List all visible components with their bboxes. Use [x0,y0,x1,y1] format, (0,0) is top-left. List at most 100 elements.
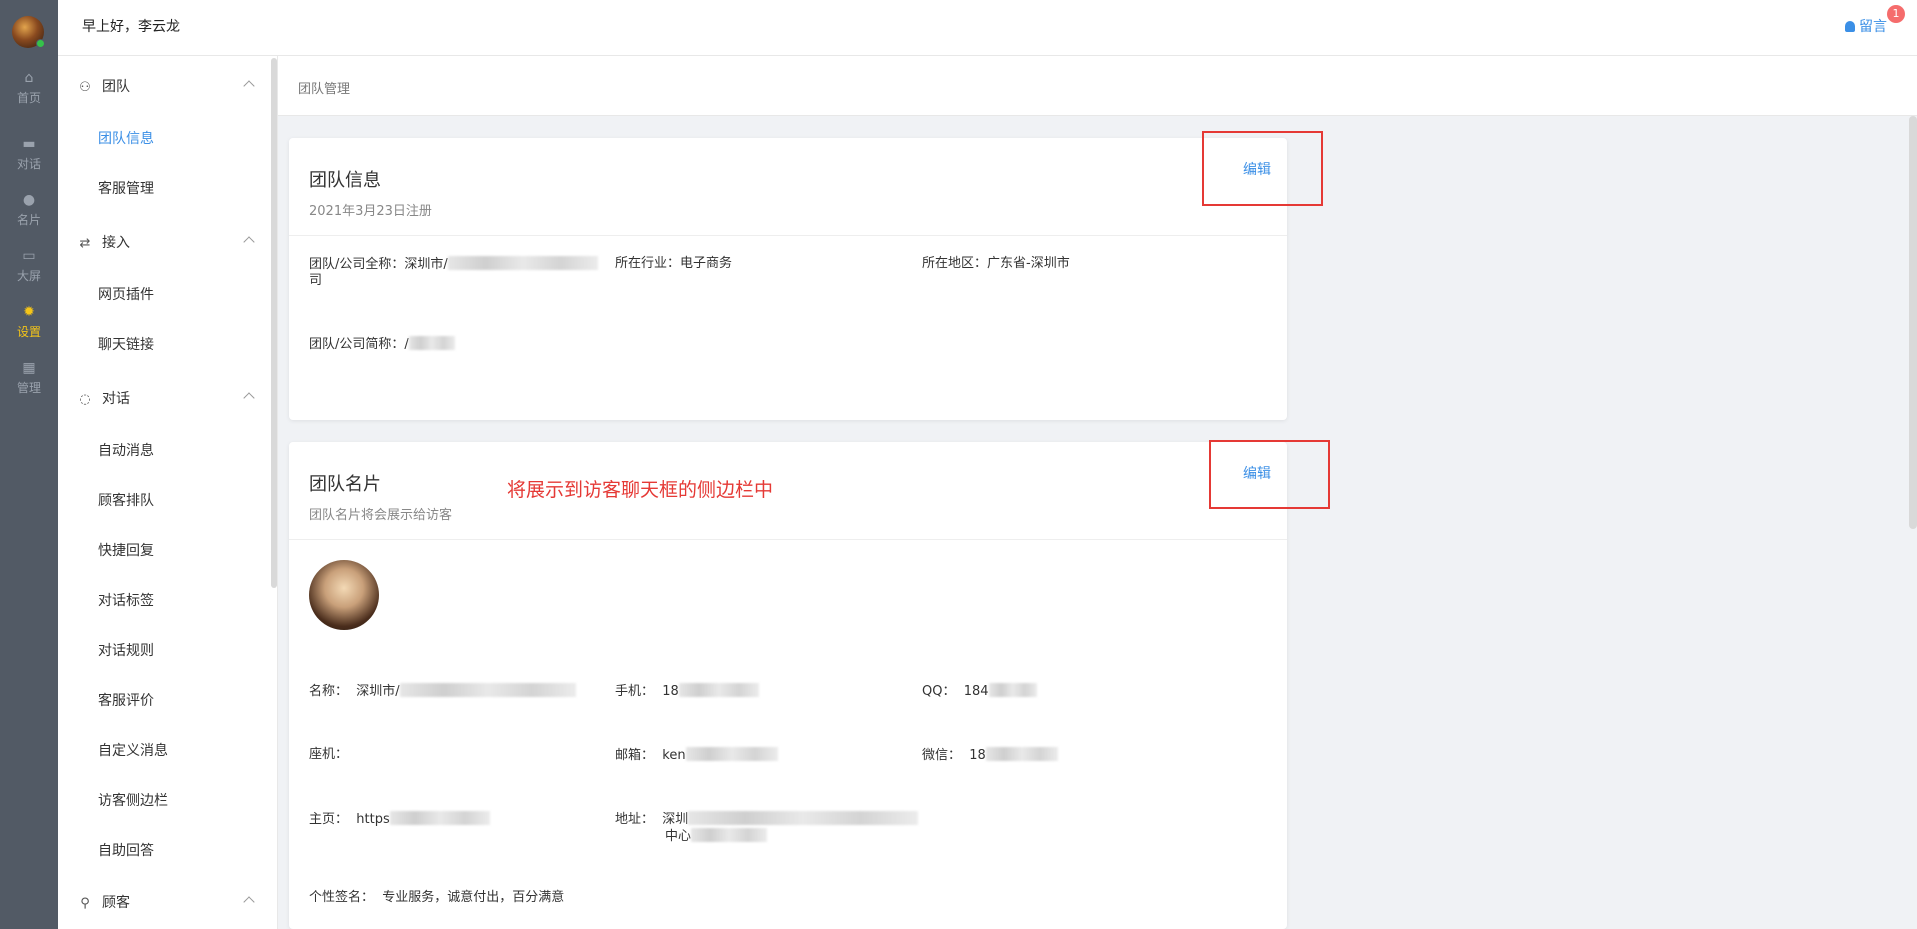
team-card-title: 团队名片 [309,474,381,495]
field-value: 18 [969,748,986,763]
gear-icon: ✹ [23,304,35,320]
field-value: 深圳市/ [356,684,400,699]
menu-item-customer-queue[interactable]: 顾客排队 [98,490,154,510]
team-info-card-header: 团队信息 2021年3月23日注册 [289,138,1287,236]
annotation-highlight-box [1202,131,1323,206]
field-full-name: 团队/公司全称：深圳市/ 司 [309,256,619,289]
menu-group-customer[interactable]: ⚲ 顾客 [78,892,258,912]
redacted-value [399,683,576,697]
online-status-dot [36,39,45,48]
customer-icon: ⚲ [80,896,90,911]
home-icon: ⌂ [24,70,34,86]
field-value: 18 [662,684,679,699]
redacted-value [691,828,768,842]
menu-item-agent-management[interactable]: 客服管理 [98,178,154,198]
team-info-registered-date: 2021年3月23日注册 [309,204,432,219]
field-value: 深圳 [662,812,689,827]
menu-group-connect[interactable]: ⇄ 接入 [78,232,258,252]
field-label: 名称： [309,684,349,699]
breadcrumb: 团队管理 [298,82,351,97]
annotation-highlight-box [1209,440,1330,509]
redacted-value [389,811,490,825]
bell-icon [1845,21,1855,32]
field-short-name: 团队/公司简称：/ [309,336,455,353]
field-label: 座机： [309,747,349,762]
menu-item-quick-reply[interactable]: 快捷回复 [98,540,154,560]
menu-scrollbar[interactable] [271,58,277,588]
main-scrollbar[interactable] [1909,116,1917,529]
field-signature: 个性签名： 专业服务，诚意付出，百分满意 [309,890,564,906]
user-avatar[interactable] [12,16,45,48]
rail-item-label: 设置 [16,325,41,339]
field-landline: 座机： [309,747,348,763]
field-value: 深圳市/ [404,257,448,272]
field-value: https [356,812,390,827]
field-region: 所在地区：广东省-深圳市 [922,256,1070,272]
user-icon: ● [22,192,36,208]
field-email: 邮箱： ken [615,747,778,764]
field-value-continued: 司 [309,273,323,288]
field-label: 团队/公司全称： [309,257,405,272]
rail-item-card[interactable]: ● 名片 [0,192,58,236]
field-value: 广东省-深圳市 [987,256,1070,271]
menu-group-dialog[interactable]: ◌ 对话 [78,388,258,408]
rail-item-label: 管理 [16,381,41,395]
field-wechat: 微信： 18 [922,747,1058,764]
field-value: ken [662,748,686,763]
chat-icon: ▬ [22,136,36,152]
field-address: 地址： 深圳 中心 [615,811,919,845]
menu-group-team[interactable]: ⚇ 团队 [78,76,258,96]
field-homepage: 主页： https [309,811,490,828]
menu-item-visitor-sidebar[interactable]: 访客侧边栏 [98,790,168,810]
menu-item-chat-link[interactable]: 聊天链接 [98,334,154,354]
redacted-value [447,256,598,270]
rail-item-screen[interactable]: ▭ 大屏 [0,248,58,292]
message-label: 留言 [1859,19,1887,35]
icon-rail: ⌂ 首页 ▬ 对话 ● 名片 ▭ 大屏 ✹ 设置 ▦ 管理 [0,0,58,929]
redacted-value [985,747,1058,761]
team-card-subtitle: 团队名片将会展示给访客 [309,508,453,523]
field-label: 地址： [615,812,655,827]
rail-item-chat[interactable]: ▬ 对话 [0,136,58,180]
field-label: 所在地区： [922,256,988,271]
field-value: 184 [963,684,989,699]
rail-item-settings[interactable]: ✹ 设置 [0,304,58,348]
menu-item-auto-message[interactable]: 自动消息 [98,440,154,460]
field-label: 手机： [615,684,655,699]
menu-item-agent-rating[interactable]: 客服评价 [98,690,154,710]
message-button[interactable]: 留言 1 [1845,5,1905,36]
menu-item-team-info[interactable]: 团队信息 [98,128,154,148]
redacted-value [408,336,455,350]
field-label: 主页： [309,812,349,827]
team-info-title: 团队信息 [309,170,381,191]
field-label: 邮箱： [615,748,655,763]
rail-item-home[interactable]: ⌂ 首页 [0,70,58,114]
field-label: 微信： [922,748,962,763]
menu-item-custom-message[interactable]: 自定义消息 [98,740,168,760]
redacted-value [688,811,919,825]
rail-item-label: 名片 [16,213,41,227]
redacted-value [685,747,778,761]
menu-item-dialog-rules[interactable]: 对话规则 [98,640,154,660]
field-value: 专业服务，诚意付出，百分满意 [382,890,565,905]
menu-item-dialog-tags[interactable]: 对话标签 [98,590,154,610]
breadcrumb-bar: 团队管理 [278,56,1917,116]
field-value-continued: 中心 [665,829,692,844]
menu-group-label: 接入 [102,235,130,251]
menu-item-self-service[interactable]: 自助回答 [98,840,154,860]
team-card: 团队名片 团队名片将会展示给访客 编辑 将展示到访客聊天框的侧边栏中 名称： 深… [289,442,1287,929]
field-qq: QQ： 184 [922,683,1037,700]
field-value: 电子商务 [680,256,733,271]
menu-group-label: 顾客 [102,895,130,911]
team-icon: ⚇ [79,80,91,95]
settings-menu: ⚇ 团队 团队信息 客服管理 ⇄ 接入 网页插件 聊天链接 ◌ 对话 自动消息 顾客排… [58,56,278,929]
screen-icon: ▭ [22,248,36,264]
field-label: 个性签名： [309,890,375,905]
menu-item-web-plugin[interactable]: 网页插件 [98,284,154,304]
menu-group-label: 团队 [102,79,130,95]
rail-item-manage[interactable]: ▦ 管理 [0,360,58,404]
top-header: 早上好，李云龙 留言 1 [58,0,1917,56]
greeting-text: 早上好，李云龙 [82,19,180,35]
team-info-card: 团队信息 2021年3月23日注册 编辑 团队/公司全称：深圳市/ 司 所在行业… [289,138,1287,420]
team-card-avatar [309,560,379,630]
